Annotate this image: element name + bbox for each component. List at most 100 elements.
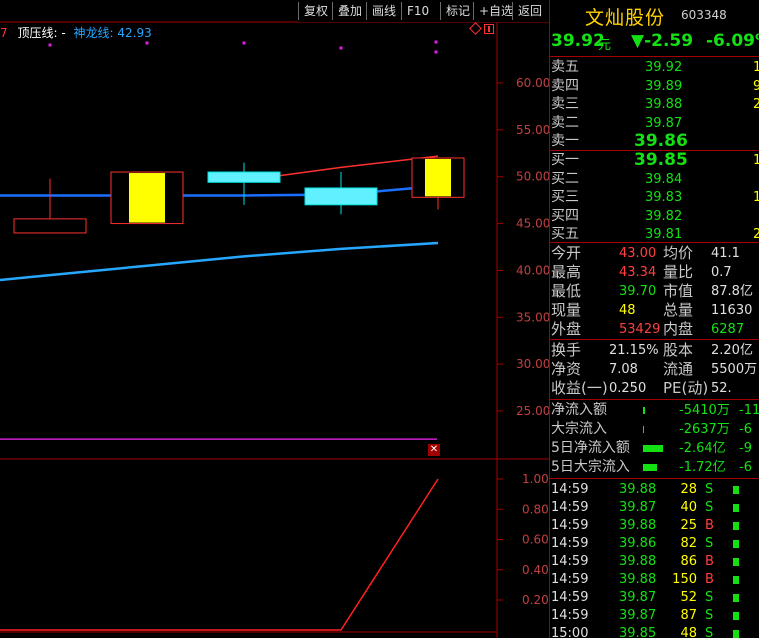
panel-toggle-icon[interactable] [484,24,494,34]
ask-row[interactable]: 卖三 39.88 2 [549,95,759,114]
flow-bar [643,445,663,452]
price-change-pct: -6.09% [706,31,759,51]
stat-row: 现量 48 总量 11630 [549,301,759,320]
sub-y-tick-label: 0.80 [522,502,549,516]
stat-label: 量比 [663,263,694,281]
stat-value: 11630 [711,303,753,318]
candle-body [13,218,87,234]
bid-price: 39.83 [645,190,683,205]
candle-body [304,187,378,206]
draw-line-button[interactable]: 画线 [366,2,401,20]
ask-label: 卖四 [551,77,579,94]
tick-volume: 25 [680,518,697,533]
tick-side: S [705,608,714,623]
price-header: 39.92 元 ▼-2.59 -6.09% [549,31,759,55]
flow-row: 5日大宗流入 -1.72亿 -6 [549,458,759,477]
ask-volume: 1 [753,60,759,75]
y-tick-label: 45.00 [516,217,549,231]
fuquan-button[interactable]: 复权 [298,2,333,20]
tick-row[interactable]: 14:59 39.86 82 S [549,535,759,553]
flow-label: 净流入额 [551,402,607,418]
price-unit: 元 [598,38,612,53]
bid-row[interactable]: 买二 39.84 [549,170,759,189]
indicator-legend: 7 顶压线: - 神龙线: 42.93 [0,24,152,41]
flow-extra: -6 [739,460,752,475]
toolbar: 复权 叠加 画线 F10 标记 +自选 返回 [298,0,549,22]
sub-y-tick-label: 0.20 [522,593,549,607]
dragon-line-label: 神龙线: 42.93 [73,26,152,40]
tick-time: 14:59 [551,590,589,605]
tick-volume: 52 [680,590,697,605]
tick-volume: 150 [672,572,697,587]
ask-price: 39.92 [645,60,683,75]
current-price: 39.92 [551,31,605,51]
tick-price: 39.87 [619,590,657,605]
tick-side: B [705,554,714,569]
ask-row[interactable]: 卖一 39.86 [549,132,759,151]
close-sub-chart-icon[interactable]: ✕ [428,444,440,456]
tick-mark [733,576,739,584]
stat-row: 最低 39.70 市值 87.8亿 [549,282,759,301]
tick-row[interactable]: 14:59 39.87 52 S [549,589,759,607]
ask-row[interactable]: 卖四 39.89 9 [549,77,759,96]
tick-row[interactable]: 14:59 39.88 150 B [549,571,759,589]
back-button[interactable]: 返回 [512,2,547,20]
tick-mark [733,612,739,620]
sub-y-tick-label: 0.60 [522,533,549,547]
stat-label: 均价 [663,244,694,262]
ask-label: 卖一 [551,133,579,149]
kline-chart[interactable]: 60.00 55.00 50.00 45.00 40.00 35.00 30.00 25.00… [0,0,549,638]
bid-label: 买四 [551,207,579,224]
stat-label: 流通 [663,360,694,378]
tick-side: B [705,572,714,587]
tick-row[interactable]: 14:59 39.87 87 S [549,607,759,625]
stat-label: PE(动) [663,379,709,397]
bid-label: 买二 [551,170,579,187]
ask-row[interactable]: 卖五 39.92 1 [549,58,759,77]
stat-row: 收益(一) 0.250 PE(动) 52. [549,379,759,398]
flow-label: 5日大宗流入 [551,459,630,475]
flow-extra: -9 [739,441,752,456]
flow-extra: -6 [739,422,752,437]
tick-mark [733,630,739,638]
tick-price: 39.88 [619,554,657,569]
ask-row[interactable]: 卖二 39.87 [549,114,759,133]
tick-volume: 82 [680,536,697,551]
sub-indicator-line [0,478,439,631]
flow-label: 大宗流入 [551,421,607,437]
stat-value: 41.1 [711,246,740,261]
bid-row[interactable]: 买四 39.82 [549,207,759,226]
bid-volume: 1 [753,153,759,168]
overlay-button[interactable]: 叠加 [332,2,367,20]
signal-dot [242,41,246,45]
f10-button[interactable]: F10 [401,2,434,20]
quote-panel: 文灿股份 603348 39.92 元 ▼-2.59 -6.09% 卖五 39.9… [549,0,759,638]
tick-price: 39.85 [619,626,657,638]
tick-mark [733,540,739,548]
tick-volume: 40 [680,500,697,515]
ask-label: 卖三 [551,96,579,112]
tick-row[interactable]: 14:59 39.87 40 S [549,499,759,517]
bid-row[interactable]: 买三 39.83 1 [549,188,759,207]
mark-button[interactable]: 标记 [440,2,475,20]
bid-row[interactable]: 买一 39.85 1 [549,151,759,170]
tick-row[interactable]: 14:59 39.88 28 S [549,481,759,499]
stat-value: 6287 [711,322,745,337]
tick-mark [733,486,739,494]
tick-row[interactable]: 14:59 39.88 86 B [549,553,759,571]
tick-row[interactable]: 14:59 39.88 25 B [549,517,759,535]
y-tick-label: 40.00 [516,263,549,277]
tick-time: 14:59 [551,572,589,587]
tick-row[interactable]: 15:00 39.85 48 S [549,625,759,638]
kline-chart-area[interactable]: 60.00 55.00 50.00 45.00 40.00 35.00 30.00 25.00… [0,0,549,638]
tick-side: B [705,518,714,533]
sub-y-tick-label: 1.00 [522,472,549,486]
tick-price: 39.87 [619,500,657,515]
tick-side: S [705,536,714,551]
stat-label: 市值 [663,282,694,300]
signal-dot [145,41,149,45]
tick-volume: 86 [680,554,697,569]
stat-value: 87.8亿 [711,284,753,299]
flow-row: 大宗流入 -2637万 -6 [549,420,759,439]
tick-price: 39.88 [619,518,657,533]
